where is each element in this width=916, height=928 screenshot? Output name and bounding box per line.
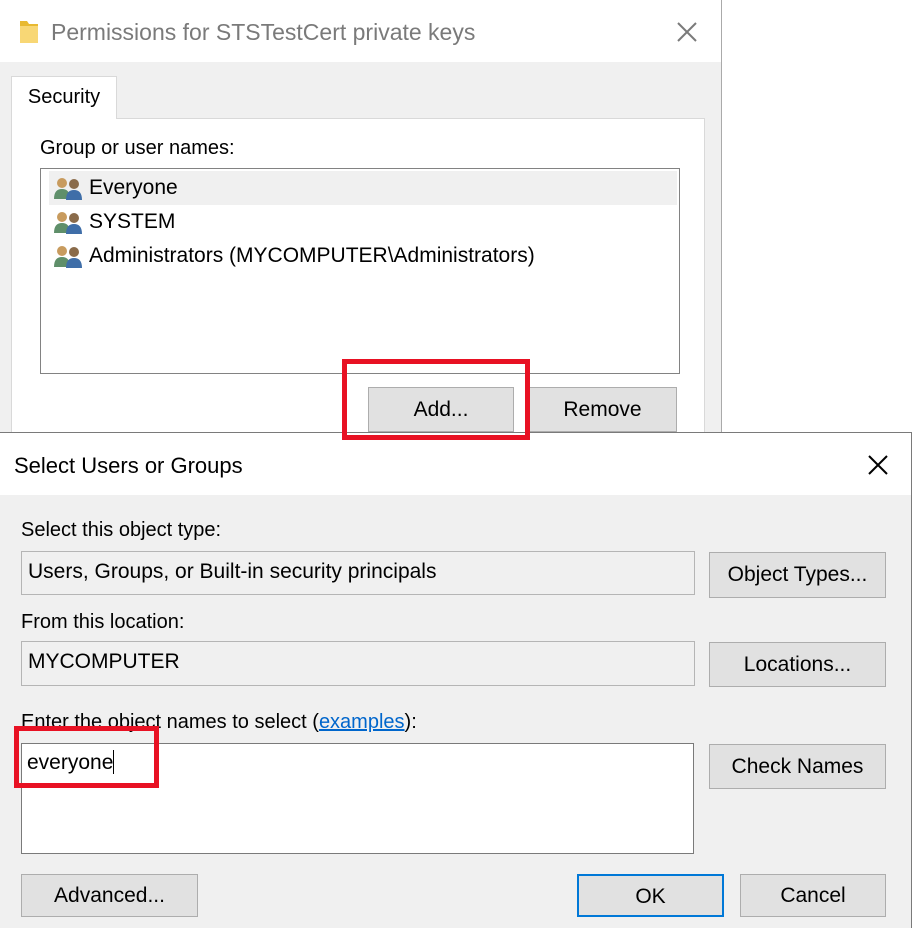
users-group-icon [54,212,82,234]
object-names-label-text: Enter the object names to select ( [21,711,319,733]
object-types-button[interactable]: Object Types... [709,552,886,598]
list-item-administrators[interactable]: Administrators (MYCOMPUTER\Administrator… [49,239,677,273]
select-users-or-groups-dialog: Select Users or Groups Select this objec… [0,432,912,928]
object-names-input[interactable]: everyone [21,743,694,854]
close-icon[interactable] [665,10,709,54]
list-item-everyone[interactable]: Everyone [49,171,677,205]
permissions-window-title: Permissions for STSTestCert private keys [51,19,476,45]
list-item-label: Everyone [89,176,178,199]
users-group-icon [54,246,82,268]
locations-button[interactable]: Locations... [709,642,886,687]
add-button[interactable]: Add... [368,387,514,432]
select-dialog-title-bar: Select Users or Groups [0,433,911,495]
remove-button[interactable]: Remove [528,387,677,432]
check-names-button[interactable]: Check Names [709,744,886,789]
location-label: From this location: [21,611,185,633]
examples-link[interactable]: examples [319,711,405,733]
permissions-window: Permissions for STSTestCert private keys… [0,0,722,440]
location-field: MYCOMPUTER [21,641,695,686]
object-type-field: Users, Groups, or Built-in security prin… [21,551,695,595]
object-names-label-suffix: ): [404,711,417,733]
list-item-label: Administrators (MYCOMPUTER\Administrator… [89,244,535,267]
object-type-label: Select this object type: [21,519,222,541]
permissions-title-bar: Permissions for STSTestCert private keys [0,0,721,62]
advanced-button[interactable]: Advanced... [21,874,198,917]
users-group-icon [54,178,82,200]
object-names-label: Enter the object names to select (exampl… [21,711,417,734]
close-icon[interactable] [856,443,900,487]
group-or-user-names-list[interactable]: Everyone SYSTEM Administrators (MYCOMPUT… [40,168,680,374]
text-caret [113,750,115,774]
list-item-label: SYSTEM [89,210,176,233]
list-item-system[interactable]: SYSTEM [49,205,677,239]
select-dialog-title: Select Users or Groups [14,453,243,478]
cancel-button[interactable]: Cancel [740,874,886,917]
group-or-user-names-label: Group or user names: [40,137,235,159]
ok-button[interactable]: OK [577,874,724,917]
tab-security[interactable]: Security [11,76,117,119]
object-names-input-value: everyone [27,751,114,774]
folder-icon [20,21,38,43]
